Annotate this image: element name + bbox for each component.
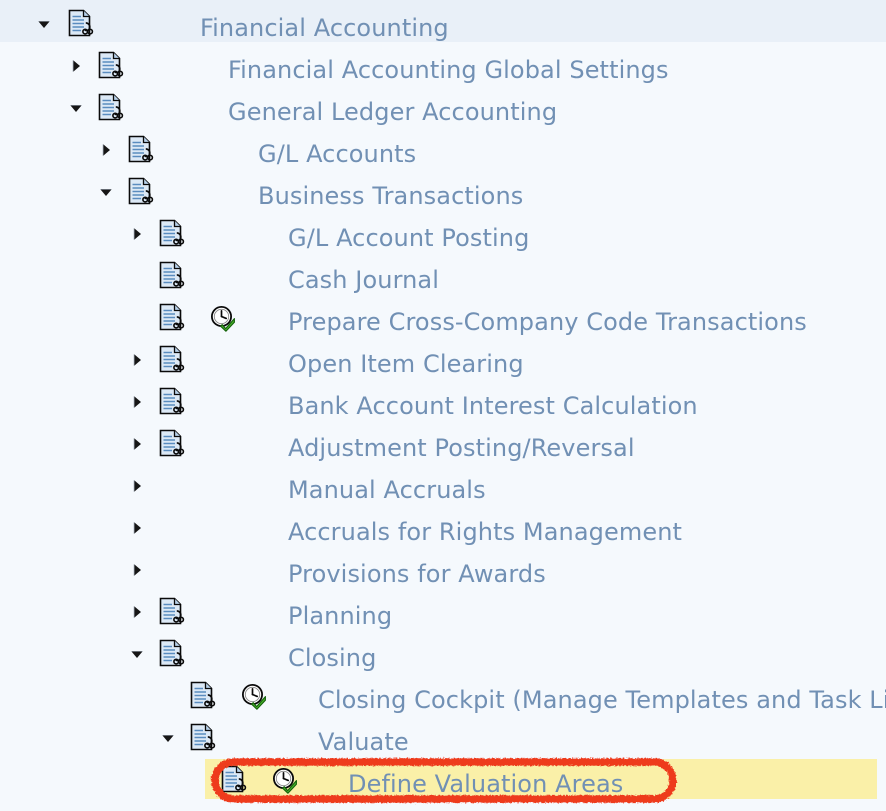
tree-node-label[interactable]: General Ledger Accounting [228,100,557,124]
img-activity-document-icon[interactable] [128,135,154,165]
tree-node-label[interactable]: Manual Accruals [288,478,486,502]
triangle-down-icon[interactable] [160,730,176,746]
img-activity-tree[interactable]: Financial Accounting Financial Accounting… [0,0,886,810]
tree-node-label[interactable]: Planning [288,604,392,628]
img-activity-document-icon[interactable] [128,177,154,207]
triangle-down-icon[interactable] [98,184,114,200]
triangle-down-icon[interactable] [68,100,84,116]
img-activity-document-icon[interactable] [159,219,185,249]
tree-node-label[interactable]: Financial Accounting Global Settings [228,58,669,82]
tree-node-label[interactable]: Provisions for Awards [288,562,546,586]
tree-node-label[interactable]: Accruals for Rights Management [288,520,682,544]
tree-node-label[interactable]: Prepare Cross-Company Code Transactions [288,310,807,334]
triangle-right-icon[interactable] [129,562,145,578]
triangle-right-icon[interactable] [129,478,145,494]
img-activity-document-icon[interactable] [159,345,185,375]
tree-node-cash-journal[interactable] [0,252,886,294]
triangle-down-icon[interactable] [129,646,145,662]
img-activity-document-icon[interactable] [159,597,185,627]
triangle-right-icon[interactable] [129,394,145,410]
img-activity-document-icon[interactable] [159,261,185,291]
triangle-right-icon[interactable] [68,58,84,74]
tree-node-valuate[interactable] [0,714,886,756]
img-activity-document-icon[interactable] [159,387,185,417]
tree-node-label[interactable]: Financial Accounting [200,16,449,40]
clock-check-icon[interactable] [240,682,268,710]
tree-node-label[interactable]: Closing Cockpit (Manage Templates and Ta… [318,688,886,712]
img-activity-document-icon[interactable] [159,639,185,669]
img-activity-document-icon[interactable] [159,429,185,459]
img-activity-document-icon[interactable] [190,681,216,711]
tree-node-label[interactable]: Bank Account Interest Calculation [288,394,698,418]
img-activity-document-icon[interactable] [68,9,94,39]
tree-node-label[interactable]: Open Item Clearing [288,352,524,376]
img-activity-document-icon[interactable] [190,723,216,753]
img-activity-document-icon[interactable] [221,765,247,795]
img-activity-document-icon[interactable] [159,303,185,333]
triangle-right-icon[interactable] [129,520,145,536]
tree-node-label[interactable]: Cash Journal [288,268,439,292]
tree-node-label[interactable]: Business Transactions [258,184,523,208]
triangle-right-icon[interactable] [98,142,114,158]
tree-node-label[interactable]: Adjustment Posting/Reversal [288,436,635,460]
tree-node-label[interactable]: Valuate [318,730,409,754]
triangle-right-icon[interactable] [129,436,145,452]
tree-node-label[interactable]: Define Valuation Areas [348,772,623,796]
triangle-down-icon[interactable] [36,16,52,32]
triangle-right-icon[interactable] [129,352,145,368]
triangle-right-icon[interactable] [129,226,145,242]
img-activity-document-icon[interactable] [98,51,124,81]
tree-node-label[interactable]: G/L Accounts [258,142,416,166]
tree-node-label[interactable]: G/L Account Posting [288,226,529,250]
clock-check-icon[interactable] [209,304,237,332]
triangle-right-icon[interactable] [129,604,145,620]
img-activity-document-icon[interactable] [98,93,124,123]
clock-check-icon[interactable] [271,766,299,794]
tree-node-label[interactable]: Closing [288,646,376,670]
